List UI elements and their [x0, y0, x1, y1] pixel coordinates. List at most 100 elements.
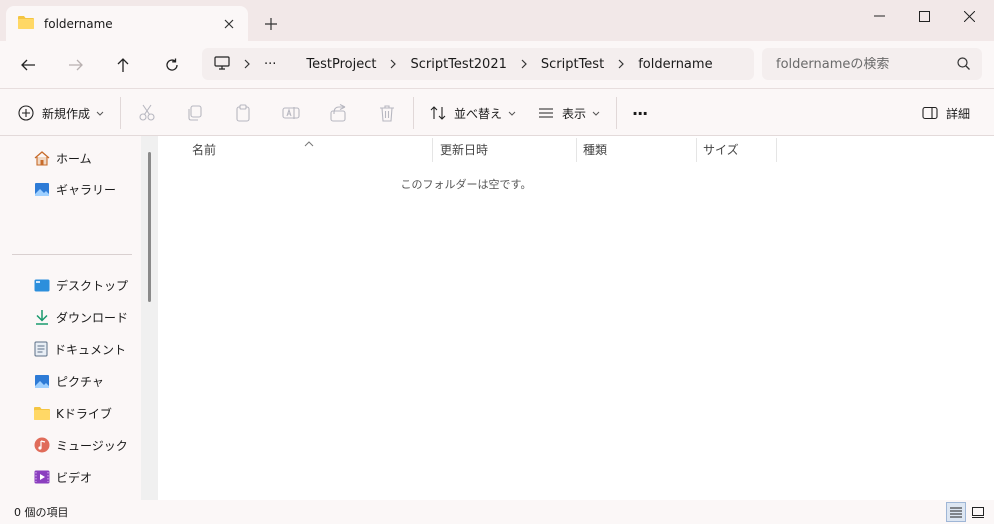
paste-icon	[236, 104, 250, 122]
sidebar-item-gallery[interactable]: ギャラリー	[34, 177, 144, 201]
desktop-icon	[34, 279, 50, 291]
column-divider[interactable]	[576, 138, 577, 162]
divider	[120, 97, 121, 129]
arrow-left-icon	[21, 59, 35, 71]
column-header-type[interactable]: 種類	[583, 136, 607, 162]
minimize-button[interactable]	[856, 4, 902, 28]
breadcrumb-foldername[interactable]: foldername	[638, 57, 712, 72]
rename-icon	[282, 107, 300, 119]
arrow-right-icon	[69, 59, 83, 71]
chevron-down-icon	[508, 111, 516, 116]
column-header-modified[interactable]: 更新日時	[440, 136, 488, 162]
back-button[interactable]	[15, 52, 41, 78]
search-input[interactable]	[776, 56, 946, 72]
new-tab-button[interactable]	[261, 14, 281, 34]
title-bar: foldername	[0, 0, 994, 41]
chevron-right-icon[interactable]	[390, 59, 397, 69]
breadcrumb-scripttest[interactable]: ScriptTest	[541, 57, 604, 72]
new-button[interactable]: 新規作成	[18, 101, 104, 125]
tab-title: foldername	[44, 16, 113, 31]
sidebar-item-label: ドキュメント	[54, 342, 127, 357]
command-bar: 新規作成 並べ替え 表示 ··· 詳細	[0, 88, 994, 136]
list-view-icon	[539, 108, 553, 118]
close-tab-button[interactable]	[220, 15, 238, 33]
breadcrumb-scripttest2021[interactable]: ScriptTest2021	[410, 57, 506, 72]
delete-button[interactable]	[378, 101, 396, 125]
divider	[413, 97, 414, 129]
minimize-icon	[873, 15, 885, 17]
folder-icon	[18, 15, 34, 32]
close-icon	[963, 10, 975, 22]
video-icon	[34, 470, 50, 484]
chevron-right-icon[interactable]	[244, 59, 250, 69]
status-bar: 0 個の項目	[0, 500, 994, 524]
copy-button[interactable]	[186, 101, 204, 125]
music-icon	[34, 437, 50, 453]
copy-icon	[188, 105, 202, 121]
chevron-up-icon	[304, 136, 314, 150]
scrollbar-thumb[interactable]	[148, 152, 151, 302]
sort-button[interactable]: 並べ替え	[430, 101, 516, 125]
up-button[interactable]	[110, 52, 136, 78]
navigation-bar: ··· TestProject ScriptTest2021 ScriptTes…	[0, 41, 994, 88]
breadcrumb-overflow[interactable]: ···	[264, 57, 276, 72]
search-box[interactable]	[762, 48, 982, 80]
sidebar-item-label: ギャラリー	[56, 182, 117, 197]
close-window-button[interactable]	[946, 4, 992, 28]
details-view-button[interactable]	[946, 502, 966, 522]
sidebar-item-desktop[interactable]: デスクトップ	[34, 273, 169, 297]
tiles-view-button[interactable]	[968, 502, 988, 522]
forward-button[interactable]	[63, 52, 89, 78]
sidebar-item-k-drive[interactable]: Kドライブ	[34, 401, 169, 425]
cut-button[interactable]	[138, 101, 156, 125]
home-icon	[34, 150, 50, 166]
details-pane-icon	[922, 106, 938, 120]
sidebar-item-pictures[interactable]: ピクチャ	[34, 369, 169, 393]
download-icon	[36, 310, 48, 325]
details-button-label: 詳細	[946, 106, 971, 121]
chevron-right-icon[interactable]	[521, 59, 527, 69]
maximize-button[interactable]	[901, 4, 947, 28]
refresh-icon	[166, 58, 178, 71]
maximize-icon	[918, 10, 930, 22]
large-icons-view-icon	[972, 506, 984, 518]
sort-button-label: 並べ替え	[454, 106, 503, 121]
details-button[interactable]: 詳細	[922, 101, 970, 125]
sidebar-item-downloads[interactable]: ダウンロード	[34, 305, 169, 329]
computer-icon[interactable]	[214, 55, 230, 73]
sidebar-scrollbar[interactable]	[141, 136, 158, 500]
chevron-right-icon[interactable]	[618, 59, 625, 69]
column-header-name[interactable]: 名前	[192, 136, 216, 162]
navigation-pane: ホーム ギャラリー デスクトップ ダウンロード ドキュメント ピクチャ Kドライ…	[0, 136, 169, 500]
sidebar-item-music[interactable]: ミュージック	[34, 433, 169, 457]
new-button-label: 新規作成	[42, 106, 91, 121]
sidebar-item-documents[interactable]: ドキュメント	[34, 337, 169, 361]
sidebar-item-label: ホーム	[56, 151, 92, 166]
column-divider[interactable]	[696, 138, 697, 162]
refresh-button[interactable]	[159, 52, 185, 78]
list-view-icon	[950, 507, 962, 517]
rename-button[interactable]	[282, 101, 300, 125]
more-options-button[interactable]: ···	[632, 101, 648, 125]
gallery-icon	[35, 182, 49, 196]
sidebar-item-label: ミュージック	[56, 438, 128, 453]
chevron-down-icon	[96, 111, 104, 116]
tab-foldername[interactable]: foldername	[6, 6, 248, 41]
search-icon[interactable]	[957, 57, 970, 73]
view-button[interactable]: 表示	[538, 101, 600, 125]
sidebar-item-home[interactable]: ホーム	[34, 146, 144, 170]
column-header-size[interactable]: サイズ	[703, 136, 739, 162]
share-button[interactable]	[330, 101, 348, 125]
item-count: 0 個の項目	[14, 506, 69, 519]
divider	[12, 254, 132, 255]
file-list[interactable]: 名前 更新日時 種類 サイズ このフォルダーは空です。	[158, 136, 994, 500]
column-divider[interactable]	[432, 138, 433, 162]
breadcrumb-testproject[interactable]: TestProject	[306, 57, 376, 72]
address-bar[interactable]: ··· TestProject ScriptTest2021 ScriptTes…	[202, 48, 754, 80]
view-button-label: 表示	[562, 106, 587, 121]
column-divider[interactable]	[776, 138, 777, 162]
sidebar-item-videos[interactable]: ビデオ	[34, 465, 169, 489]
paste-button[interactable]	[234, 101, 252, 125]
sidebar-item-label: ダウンロード	[56, 310, 129, 325]
sidebar-item-label: Kドライブ	[56, 406, 112, 421]
